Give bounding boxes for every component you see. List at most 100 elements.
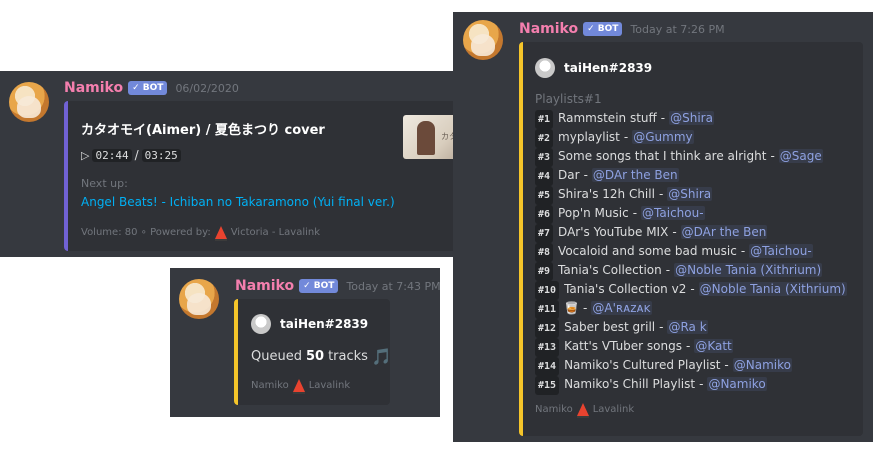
- playlist-row: #11 🥃 - @A'ʀᴀᴢᴀᴋ: [535, 299, 859, 319]
- current-time: 02:44: [92, 148, 132, 162]
- playlist-list: #1 Rammstein stuff - @Shira #2 myplaylist - @Gu…: [535, 109, 859, 395]
- namiko-avatar[interactable]: [463, 20, 503, 60]
- playlist-separator: -: [699, 377, 704, 391]
- playlist-owner-mention[interactable]: @Noble Tania (Xithrium): [698, 282, 847, 296]
- footer-lavalink: Lavalink: [308, 380, 351, 391]
- playlist-name: Namiko's Cultured Playlist: [564, 358, 721, 372]
- playlist-owner-mention[interactable]: @Sage: [778, 149, 823, 163]
- playlist-separator: -: [690, 282, 695, 296]
- playlist-number: #8: [535, 243, 554, 262]
- playlist-owner-mention[interactable]: @Taichou-: [641, 206, 705, 220]
- playlist-number: #10: [535, 281, 560, 300]
- embed-footer: Namiko Lavalink: [535, 403, 634, 418]
- playlist-separator: -: [724, 358, 729, 372]
- queued-message: Namiko ✓ BOT Today at 7:43 PM taiHen#283…: [170, 268, 441, 417]
- playlist-owner-mention[interactable]: @A'ʀᴀᴢᴀᴋ: [591, 301, 652, 315]
- bot-badge: ✓ BOT: [299, 279, 339, 293]
- embed-footer: Namiko Lavalink: [251, 379, 351, 394]
- lavalink-icon: [576, 403, 589, 418]
- musical-note-icon: 🎵: [371, 347, 390, 366]
- footer-bot-name: Namiko: [251, 380, 289, 391]
- lavalink-icon: [214, 226, 227, 241]
- playlist-owner-mention[interactable]: @DAr the Ben: [680, 225, 768, 239]
- playlist-owner-mention[interactable]: @Katt: [694, 339, 733, 353]
- playlist-owner-mention[interactable]: @Ra k: [667, 320, 708, 334]
- queued-prefix: Queued: [251, 349, 302, 364]
- playlist-owner-mention[interactable]: @Namiko: [707, 377, 767, 391]
- playlist-name: Tania's Collection: [558, 263, 662, 277]
- playlist-separator: -: [583, 301, 588, 315]
- playlist-name: Some songs that I think are alright: [558, 149, 767, 163]
- playlist-owner-mention[interactable]: @Shira: [669, 111, 714, 125]
- footer-powered-by: Victoria - Lavalink: [230, 227, 321, 238]
- playlist-row: #1 Rammstein stuff - @Shira: [535, 109, 859, 129]
- playlist-number: #15: [535, 376, 560, 395]
- playlist-owner-mention[interactable]: @DAr the Ben: [591, 168, 679, 182]
- playlist-number: #7: [535, 224, 554, 243]
- playlist-separator: -: [770, 149, 775, 163]
- author-name: taiHen#2839: [280, 317, 369, 331]
- playlist-number: #14: [535, 357, 560, 376]
- embed-accent-bar: [234, 299, 238, 405]
- embed-accent-bar: [64, 101, 68, 251]
- playlist-separator: -: [665, 263, 671, 277]
- bot-username[interactable]: Namiko: [235, 278, 294, 294]
- bot-username[interactable]: Namiko: [64, 80, 123, 96]
- author-avatar: [535, 58, 555, 78]
- playlist-row: #9 Tania's Collection - @Noble Tania (Xithr…: [535, 261, 859, 281]
- embed-accent-bar: [519, 42, 523, 436]
- playlist-separator: -: [686, 339, 691, 353]
- playlist-number: #13: [535, 338, 560, 357]
- playlist-number: #3: [535, 148, 554, 167]
- embed-author[interactable]: taiHen#2839: [535, 58, 652, 78]
- total-time: 03:25: [141, 148, 181, 162]
- playlist-separator: -: [672, 225, 677, 239]
- playlist-name: DAr's YouTube MIX: [558, 225, 669, 239]
- time-separator: /: [134, 148, 139, 162]
- playlist-row: #4 Dar - @DAr the Ben: [535, 166, 859, 186]
- playlist-name: Rammstein stuff: [558, 111, 657, 125]
- message-timestamp: Today at 7:26 PM: [630, 22, 725, 36]
- thumbnail-figure-icon: [417, 121, 435, 155]
- embed-author[interactable]: taiHen#2839: [251, 314, 368, 334]
- playlist-row: #8 Vocaloid and some bad music - @Taichou-: [535, 242, 859, 262]
- playlists-message: Namiko ✓ BOT Today at 7:26 PM taiHen#283…: [453, 12, 873, 442]
- namiko-avatar[interactable]: [9, 82, 49, 122]
- playlist-name: Katt's VTuber songs: [564, 339, 682, 353]
- playlist-row: #3 Some songs that I think are alright - @S…: [535, 147, 859, 167]
- footer-volume-text: Volume: 80 ∘ Powered by:: [81, 227, 211, 238]
- playlist-separator: -: [583, 168, 588, 182]
- song-title: カタオモイ(Aimer) / 夏色まつり cover: [81, 123, 325, 138]
- playlist-number: #1: [535, 110, 554, 129]
- playlist-separator: -: [659, 320, 664, 334]
- playlist-name: Tania's Collection v2: [564, 282, 687, 296]
- bot-username[interactable]: Namiko: [519, 21, 578, 37]
- playlist-row: #6 Pop'n Music - @Taichou-: [535, 204, 859, 224]
- next-up-label: Next up:: [81, 177, 128, 190]
- embed-footer: Volume: 80 ∘ Powered by: Victoria - Lava…: [81, 226, 321, 241]
- playlist-owner-mention[interactable]: @Taichou-: [749, 244, 813, 258]
- playlist-number: #5: [535, 186, 554, 205]
- playlist-name: 🥃: [564, 301, 580, 315]
- playlist-separator: -: [740, 244, 746, 258]
- playlist-number: #2: [535, 129, 554, 148]
- playlist-owner-mention[interactable]: @Shira: [667, 187, 713, 201]
- playlist-row: #12 Saber best grill - @Ra k: [535, 318, 859, 338]
- playlist-number: #9: [535, 262, 554, 281]
- playlist-name: Dar: [558, 168, 580, 182]
- queued-suffix: tracks: [328, 349, 368, 364]
- playlist-row: #10 Tania's Collection v2- @Noble Tania (X…: [535, 280, 859, 300]
- playlist-name: Pop'n Music: [558, 206, 629, 220]
- playlist-owner-mention[interactable]: @Noble Tania (Xithrium): [674, 263, 823, 277]
- playlist-owner-mention[interactable]: @Namiko: [732, 358, 792, 372]
- bot-badge: ✓ BOT: [128, 81, 168, 95]
- next-up-track-link[interactable]: Angel Beats! - Ichiban no Takaramono (Yu…: [81, 195, 395, 209]
- namiko-avatar[interactable]: [179, 279, 219, 319]
- playlist-owner-mention[interactable]: @Gummy: [632, 130, 694, 144]
- queued-embed: taiHen#2839 Queued 50 tracks 🎵 Namiko La…: [234, 299, 390, 405]
- playlist-name: Saber best grill: [564, 320, 656, 334]
- playlist-row: #13 Katt's VTuber songs - @Katt: [535, 337, 859, 357]
- playlist-separator: -: [658, 187, 664, 201]
- playlist-number: #6: [535, 205, 554, 224]
- playlist-number: #12: [535, 319, 560, 338]
